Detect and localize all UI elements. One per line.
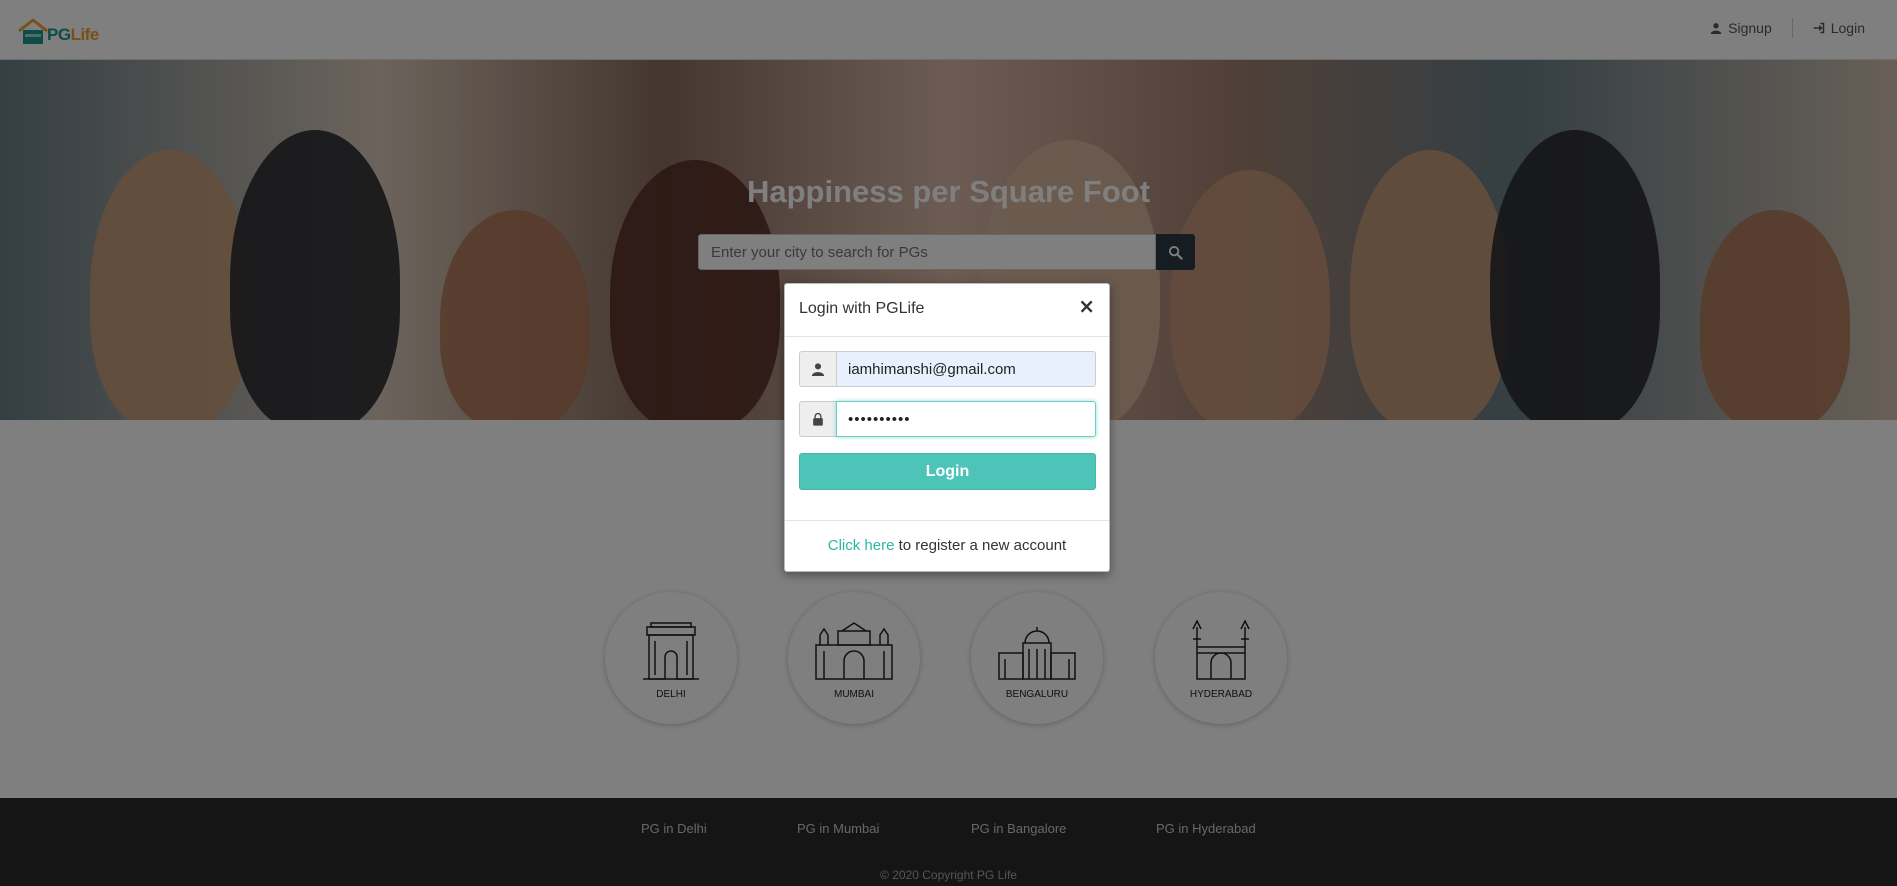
email-field: [799, 351, 1096, 387]
close-icon[interactable]: ×: [1078, 296, 1095, 316]
email-input[interactable]: [836, 351, 1096, 387]
modal-title: Login with PGLife: [799, 300, 925, 317]
email-addon: [799, 351, 836, 387]
modal-footer: Click here to register a new account: [785, 520, 1109, 572]
login-button[interactable]: Login: [799, 453, 1096, 490]
register-text: to register a new account: [894, 537, 1067, 554]
register-link[interactable]: Click here: [828, 537, 895, 554]
password-input[interactable]: [836, 401, 1096, 437]
user-icon: [811, 363, 825, 376]
lock-icon: [813, 412, 823, 426]
password-field: [799, 401, 1096, 437]
modal-header: Login with PGLife ×: [785, 284, 1109, 337]
login-modal: Login with PGLife × Login Click here to …: [784, 283, 1110, 572]
password-addon: [799, 401, 836, 437]
